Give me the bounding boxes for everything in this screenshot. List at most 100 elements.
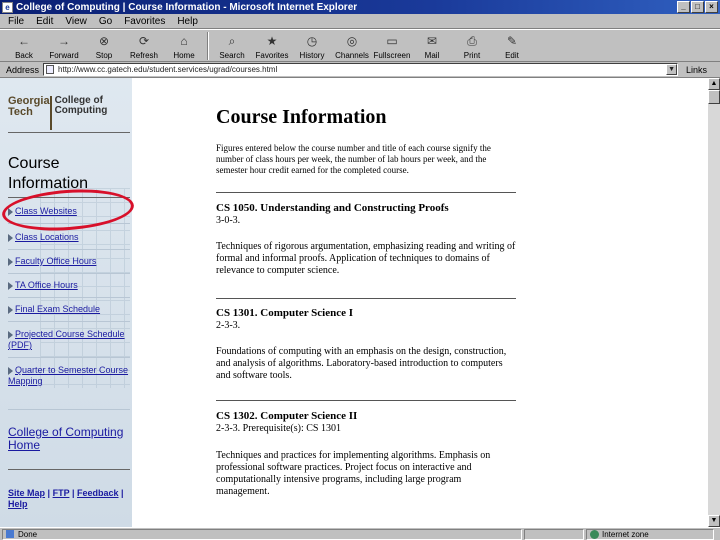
maximize-button[interactable]: □ bbox=[691, 1, 704, 13]
back-arrow-icon: ← bbox=[18, 34, 30, 48]
arrow-bullet-icon bbox=[8, 281, 13, 290]
fullscreen-button[interactable]: ▭ Fullscreen bbox=[372, 30, 412, 61]
section-rule bbox=[216, 400, 516, 401]
status-panel bbox=[524, 528, 584, 540]
sidebar-link-ta-office-hours[interactable]: TA Office Hours bbox=[8, 280, 78, 291]
search-button[interactable]: ⌕ Search bbox=[212, 30, 252, 61]
sidebar-separator bbox=[8, 409, 130, 410]
sidebar-separator bbox=[8, 249, 130, 250]
menu-view[interactable]: View bbox=[65, 16, 87, 27]
forward-arrow-icon: → bbox=[58, 34, 70, 48]
feedback-link[interactable]: Feedback bbox=[77, 488, 119, 498]
window-controls: _ □ × bbox=[677, 1, 718, 13]
arrow-bullet-icon bbox=[8, 366, 13, 375]
back-button[interactable]: ← Back bbox=[4, 30, 44, 61]
georgia-tech-logo[interactable]: Georgia Tech College of Computing bbox=[8, 96, 128, 130]
stop-icon: ⊗ bbox=[98, 34, 110, 48]
sidebar-separator bbox=[8, 297, 130, 298]
print-button[interactable]: ⎙ Print bbox=[452, 30, 492, 61]
page-icon bbox=[46, 65, 55, 74]
section-rule bbox=[216, 298, 516, 299]
sidebar-link-class-locations[interactable]: Class Locations bbox=[8, 232, 79, 243]
menu-edit[interactable]: Edit bbox=[36, 16, 53, 27]
address-url: http://www.cc.gatech.edu/student.service… bbox=[58, 65, 278, 74]
sidebar-divider bbox=[8, 132, 130, 133]
channels-icon: ◎ bbox=[346, 34, 358, 48]
sidebar: Georgia Tech College of Computing Course… bbox=[0, 78, 132, 527]
search-icon: ⌕ bbox=[228, 34, 236, 48]
menu-favorites[interactable]: Favorites bbox=[124, 16, 165, 27]
status-bar: Done Internet zone bbox=[0, 527, 720, 540]
arrow-bullet-icon bbox=[8, 233, 13, 242]
sidebar-separator bbox=[8, 273, 130, 274]
links-button[interactable]: Links bbox=[686, 65, 707, 75]
ftp-link[interactable]: FTP bbox=[53, 488, 70, 498]
mail-button[interactable]: ✉ Mail bbox=[412, 30, 452, 61]
arrow-bullet-icon bbox=[8, 330, 13, 339]
stop-button[interactable]: ⊗ Stop bbox=[84, 30, 124, 61]
close-button[interactable]: × bbox=[705, 1, 718, 13]
sidebar-separator bbox=[8, 321, 130, 322]
favorites-button[interactable]: ★ Favorites bbox=[252, 30, 292, 61]
page-content: Georgia Tech College of Computing Course… bbox=[0, 78, 708, 527]
menu-file[interactable]: File bbox=[8, 16, 24, 27]
sidebar-link-quarter-to-semester[interactable]: Quarter to Semester Course Mapping bbox=[8, 365, 132, 387]
college-of-computing-home-link[interactable]: College of Computing Home bbox=[8, 426, 132, 452]
page-done-icon bbox=[6, 530, 14, 538]
course-description: Foundations of computing with an emphasi… bbox=[216, 346, 507, 381]
scroll-thumb[interactable] bbox=[708, 90, 720, 104]
course-title: CS 1302. Computer Science II bbox=[216, 410, 358, 422]
history-icon: ◷ bbox=[306, 34, 318, 48]
scroll-up-icon[interactable]: ▲ bbox=[708, 78, 720, 90]
refresh-icon: ⟳ bbox=[138, 34, 150, 48]
toolbar: ← Back → Forward ⊗ Stop ⟳ Refresh ⌂ Home ⌕ Sea… bbox=[0, 29, 720, 62]
address-dropdown-icon[interactable]: ▼ bbox=[666, 64, 678, 75]
page-title: Course Information bbox=[216, 106, 387, 128]
mail-icon: ✉ bbox=[426, 34, 438, 48]
menu-bar: File Edit View Go Favorites Help bbox=[0, 14, 720, 29]
print-icon: ⎙ bbox=[467, 34, 477, 48]
sidebar-separator bbox=[8, 357, 130, 358]
sidebar-footer-links: Site Map | FTP | Feedback | Help bbox=[8, 488, 124, 509]
fullscreen-icon: ▭ bbox=[386, 34, 398, 48]
channels-button[interactable]: ◎ Channels bbox=[332, 30, 372, 61]
security-zone: Internet zone bbox=[586, 528, 714, 540]
menu-go[interactable]: Go bbox=[99, 16, 112, 27]
arrow-bullet-icon bbox=[8, 257, 13, 266]
window-title: College of Computing | Course Informatio… bbox=[16, 1, 358, 13]
title-bar: e College of Computing | Course Informat… bbox=[0, 0, 720, 14]
logo-georgia-tech: Georgia Tech bbox=[8, 95, 50, 118]
sidebar-link-final-exam-schedule[interactable]: Final Exam Schedule bbox=[8, 304, 100, 315]
vertical-scrollbar[interactable]: ▲ ▼ bbox=[708, 78, 720, 527]
sidebar-link-projected-course-schedule[interactable]: Projected Course Schedule (PDF) bbox=[8, 329, 132, 351]
logo-college-of-computing: College of Computing bbox=[49, 96, 128, 130]
home-button[interactable]: ⌂ Home bbox=[164, 30, 204, 61]
course-hours: 3-0-3. bbox=[216, 215, 241, 226]
address-label: Address bbox=[6, 64, 40, 75]
favorites-icon: ★ bbox=[266, 34, 278, 48]
home-icon: ⌂ bbox=[180, 34, 188, 48]
course-description: Techniques and practices for implementin… bbox=[216, 450, 491, 497]
course-title: CS 1301. Computer Science I bbox=[216, 307, 353, 319]
intro-text: Figures entered below the course number … bbox=[216, 143, 491, 175]
section-rule bbox=[216, 192, 516, 193]
menu-help[interactable]: Help bbox=[177, 16, 198, 27]
course-hours: 2-3-3. bbox=[216, 320, 241, 331]
minimize-button[interactable]: _ bbox=[677, 1, 690, 13]
help-link[interactable]: Help bbox=[8, 499, 28, 509]
status-message: Done bbox=[2, 528, 522, 540]
sidebar-link-faculty-office-hours[interactable]: Faculty Office Hours bbox=[8, 256, 96, 267]
sidebar-divider bbox=[8, 469, 130, 470]
edit-button[interactable]: ✎ Edit bbox=[492, 30, 532, 61]
forward-button[interactable]: → Forward bbox=[44, 30, 84, 61]
site-map-link[interactable]: Site Map bbox=[8, 488, 45, 498]
internet-globe-icon bbox=[590, 529, 599, 539]
refresh-button[interactable]: ⟳ Refresh bbox=[124, 30, 164, 61]
history-button[interactable]: ◷ History bbox=[292, 30, 332, 61]
sidebar-heading: Course Information bbox=[8, 155, 89, 192]
edit-icon: ✎ bbox=[506, 34, 518, 48]
ie-icon: e bbox=[2, 1, 13, 13]
address-bar: Address http://www.cc.gatech.edu/student… bbox=[0, 62, 720, 78]
address-input[interactable]: http://www.cc.gatech.edu/student.service… bbox=[43, 63, 679, 76]
scroll-down-icon[interactable]: ▼ bbox=[708, 515, 720, 527]
